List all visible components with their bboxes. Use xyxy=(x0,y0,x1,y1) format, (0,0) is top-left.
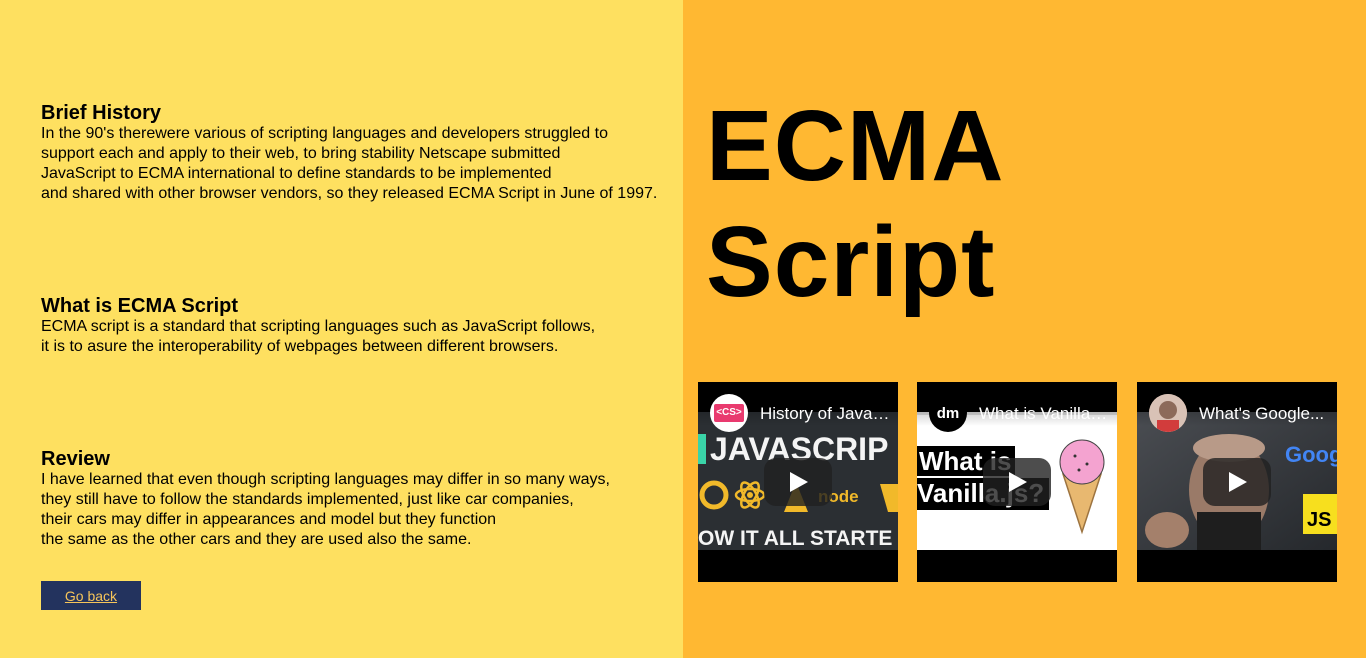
play-icon xyxy=(1009,472,1027,492)
video-embed-whats-google[interactable]: Goog JS What's Google... xyxy=(1137,382,1337,582)
play-icon xyxy=(1229,472,1247,492)
video-embed-history-of-javascript[interactable]: JAVASCRIP node OW IT ALL STARTE <CS> His… xyxy=(698,382,898,582)
title-panel: ECMA Script JAVASCRIP node OW IT ALL STA… xyxy=(683,0,1366,658)
go-back-button[interactable]: Go back xyxy=(41,581,141,610)
section-body: In the 90's therewere various of scripti… xyxy=(41,125,658,202)
section-heading: What is ECMA Script xyxy=(41,295,239,317)
section-body: I have learned that even though scriptin… xyxy=(41,471,610,548)
thumb-text: JS xyxy=(1307,509,1331,531)
channel-avatar[interactable] xyxy=(1149,394,1187,432)
section-heading: Review xyxy=(41,448,110,470)
channel-badge: dm xyxy=(936,404,960,422)
play-icon xyxy=(790,472,808,492)
content-panel: Brief History In the 90's therewere vari… xyxy=(0,0,683,658)
channel-badge: <CS> xyxy=(714,404,744,422)
section-heading: Brief History xyxy=(41,102,162,124)
video-title[interactable]: History of JavaScript xyxy=(760,404,890,424)
channel-avatar[interactable]: <CS> xyxy=(710,394,748,432)
section-body: ECMA script is a standard that scripting… xyxy=(41,318,596,355)
play-button[interactable] xyxy=(764,458,832,506)
play-button[interactable] xyxy=(1203,458,1271,506)
channel-avatar[interactable]: dm xyxy=(929,394,967,432)
section-what-is-ecma: What is ECMA Script ECMA script is a sta… xyxy=(41,295,671,357)
section-review: Review I have learned that even though s… xyxy=(41,448,671,550)
video-title[interactable]: What's Google... xyxy=(1199,404,1329,424)
avatar-photo-icon xyxy=(1149,394,1187,432)
page-title: ECMA Script xyxy=(706,90,1005,318)
play-button[interactable] xyxy=(983,458,1051,506)
thumb-text: Goog xyxy=(1285,442,1337,467)
thumb-text: OW IT ALL STARTE xyxy=(698,527,892,550)
section-brief-history: Brief History In the 90's therewere vari… xyxy=(41,102,671,204)
video-embed-what-is-vanilla-js[interactable]: What is Vanilla.js? dm What is Vanilla.j… xyxy=(917,382,1117,582)
video-title[interactable]: What is Vanilla.js? xyxy=(979,404,1109,424)
